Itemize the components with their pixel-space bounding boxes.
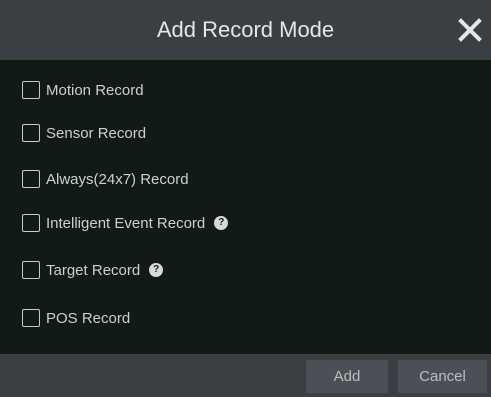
motion-record-label: Motion Record: [46, 81, 144, 99]
option-intelligent-event-record[interactable]: Intelligent Event Record ?: [22, 212, 229, 234]
option-target-record[interactable]: Target Record ?: [22, 259, 164, 281]
sensor-record-label: Sensor Record: [46, 124, 147, 142]
option-motion-record[interactable]: Motion Record: [22, 79, 144, 101]
option-always-record[interactable]: Always(24x7) Record: [22, 168, 189, 190]
help-icon[interactable]: ?: [149, 263, 164, 277]
add-record-mode-dialog: Add Record Mode Motion Record Sensor Rec…: [0, 0, 491, 397]
sensor-record-checkbox[interactable]: [22, 124, 40, 142]
target-record-checkbox[interactable]: [22, 261, 40, 279]
dialog-footer: Add Cancel: [0, 354, 491, 397]
dialog-body: Motion Record Sensor Record Always(24x7)…: [0, 60, 491, 354]
always-record-checkbox[interactable]: [22, 170, 40, 188]
option-pos-record[interactable]: POS Record: [22, 307, 130, 329]
intelligent-event-record-label: Intelligent Event Record: [46, 214, 206, 232]
option-sensor-record[interactable]: Sensor Record: [22, 122, 146, 144]
help-icon[interactable]: ?: [214, 216, 229, 230]
close-icon[interactable]: [455, 12, 485, 46]
add-button[interactable]: Add: [306, 360, 388, 393]
dialog-title: Add Record Mode: [156, 17, 335, 42]
always-record-label: Always(24x7) Record: [46, 170, 189, 188]
pos-record-checkbox[interactable]: [22, 309, 40, 327]
dialog-titlebar: Add Record Mode: [0, 0, 491, 60]
intelligent-event-record-checkbox[interactable]: [22, 214, 40, 232]
motion-record-checkbox[interactable]: [22, 81, 40, 99]
cancel-button[interactable]: Cancel: [398, 360, 487, 393]
target-record-label: Target Record: [46, 261, 141, 279]
pos-record-label: POS Record: [46, 309, 131, 327]
